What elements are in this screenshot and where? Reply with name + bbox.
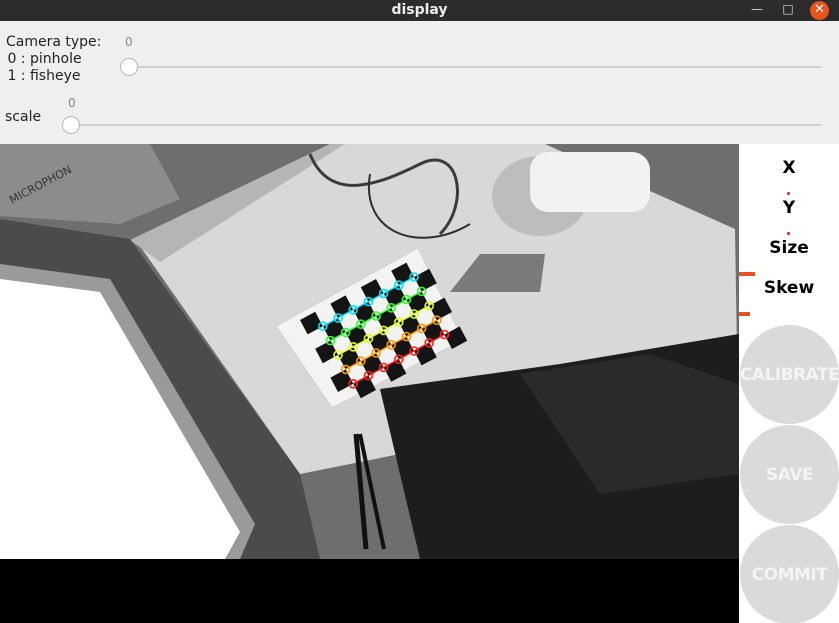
save-button[interactable]: SAVE	[740, 425, 839, 524]
close-button[interactable]: ✕	[810, 1, 829, 20]
metric-x-label: X	[782, 158, 796, 178]
metric-y-label: Y	[782, 198, 796, 218]
metric-skew-label: Skew	[763, 278, 815, 298]
commit-button[interactable]: COMMIT	[740, 525, 839, 623]
camera-type-slider-track[interactable]	[124, 66, 822, 68]
robot-arm	[530, 152, 650, 212]
frame-bottom-band	[0, 559, 739, 623]
calibration-panel: X Y Size Skew CALIBRATE SAVE COMMIT	[739, 144, 839, 623]
metric-size-label: Size	[769, 238, 809, 258]
window-title: display	[391, 2, 448, 18]
camera-type-value: 0	[125, 35, 133, 49]
camera-image: MICROPHON	[0, 144, 739, 623]
camera-type-label: Camera type:	[6, 34, 102, 50]
camera-frame: MICROPHON	[0, 144, 739, 623]
calibrate-button[interactable]: CALIBRATE	[740, 325, 839, 424]
camera-type-option-pinhole: 0 : pinhole	[3, 51, 82, 67]
metric-y-progress	[787, 232, 790, 235]
minimize-button[interactable]: —	[747, 0, 767, 21]
scale-slider-track[interactable]	[66, 124, 822, 126]
camera-type-slider-handle[interactable]	[120, 58, 138, 76]
scale-label: scale	[5, 109, 42, 125]
metric-x-progress	[787, 192, 790, 195]
metric-size-progress	[739, 272, 755, 276]
window-titlebar: display — □ ✕	[0, 0, 839, 21]
trackbar-panel: Camera type: 0 : pinhole 1 : fisheye 0 s…	[0, 21, 839, 144]
scale-slider-handle[interactable]	[62, 116, 80, 134]
metric-skew-progress	[739, 312, 750, 316]
maximize-button[interactable]: □	[778, 0, 798, 21]
camera-type-option-fisheye: 1 : fisheye	[3, 68, 81, 84]
scale-value: 0	[68, 96, 76, 110]
